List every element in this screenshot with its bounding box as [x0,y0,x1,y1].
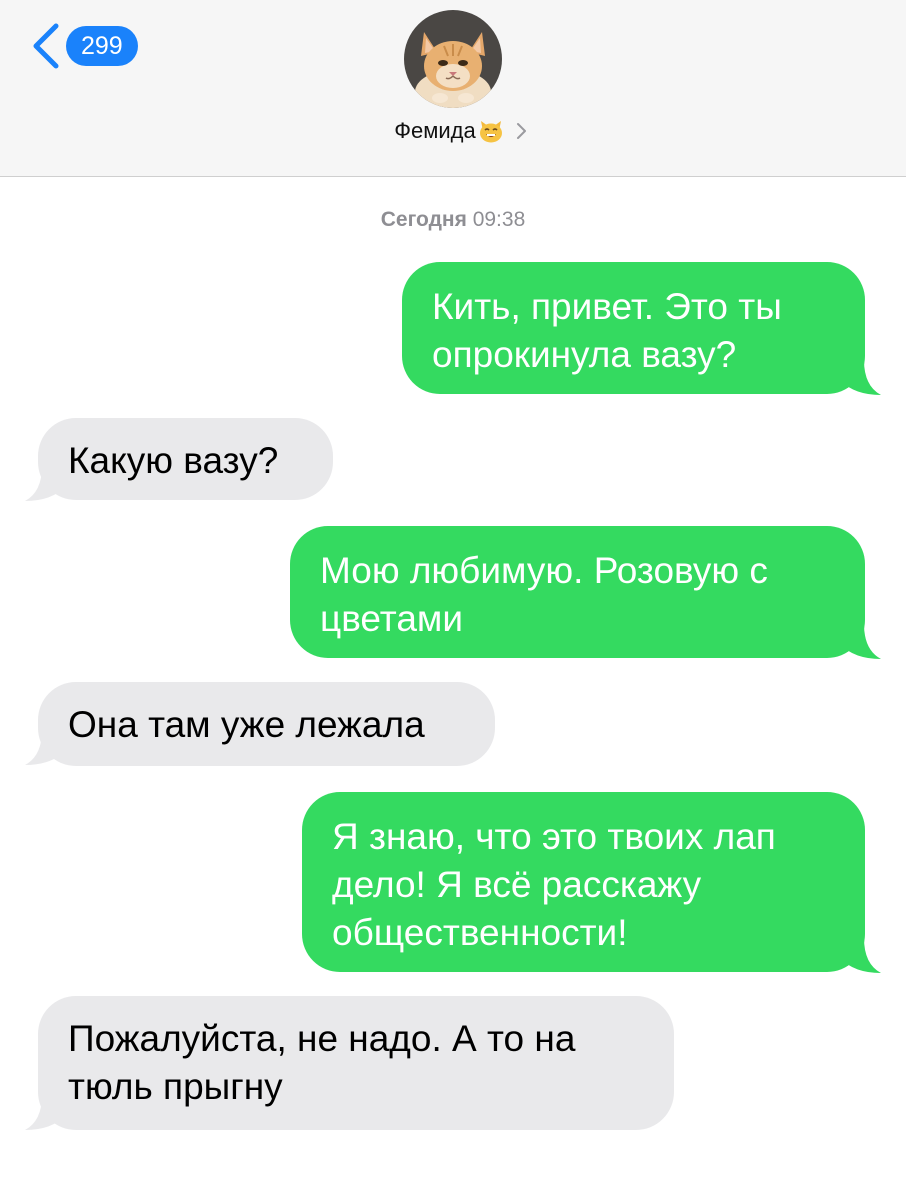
message-text: Она там уже лежала [68,704,425,745]
outgoing-message-bubble[interactable]: Я знаю, что это твоих лап дело! Я всё ра… [302,792,865,972]
outgoing-message-bubble[interactable]: Мою любимую. Розовую с цветами [290,526,865,658]
cat-face-emoji-icon [479,121,502,143]
message-text: Пожалуйста, не надо. А то на тюль прыгну [68,1018,576,1107]
message-text: Какую вазу? [68,440,279,481]
timestamp-time: 09:38 [472,208,526,231]
chevron-right-icon [516,123,526,139]
message-text: Мою любимую. Розовую с цветами [320,550,768,639]
bubble-tail [25,1095,66,1130]
message-timestamp: Сегодня 09:38 [0,208,906,232]
bubble-tail [25,466,66,501]
contact-title[interactable]: Фемида [0,118,906,144]
incoming-message-bubble[interactable]: Она там уже лежала [38,682,495,766]
message-text: Кить, привет. Это ты опрокинула вазу? [432,286,782,375]
bubble-tail [25,730,66,765]
conversation-header: 299 Фемида [0,0,906,177]
incoming-message-bubble[interactable]: Какую вазу? [38,418,333,500]
contact-name: Фемида [394,118,476,143]
chevron-left-icon [33,23,59,69]
back-button[interactable]: 299 [30,22,138,70]
message-text: Я знаю, что это твоих лап дело! Я всё ра… [332,816,776,953]
contact-avatar[interactable] [404,10,502,108]
bubble-tail [840,360,881,395]
timestamp-day: Сегодня [380,208,467,231]
bubble-tail [840,624,881,659]
bubble-tail [840,938,881,973]
outgoing-message-bubble[interactable]: Кить, привет. Это ты опрокинула вазу? [402,262,865,394]
incoming-message-bubble[interactable]: Пожалуйста, не надо. А то на тюль прыгну [38,996,674,1130]
unread-count-badge: 299 [66,26,138,66]
